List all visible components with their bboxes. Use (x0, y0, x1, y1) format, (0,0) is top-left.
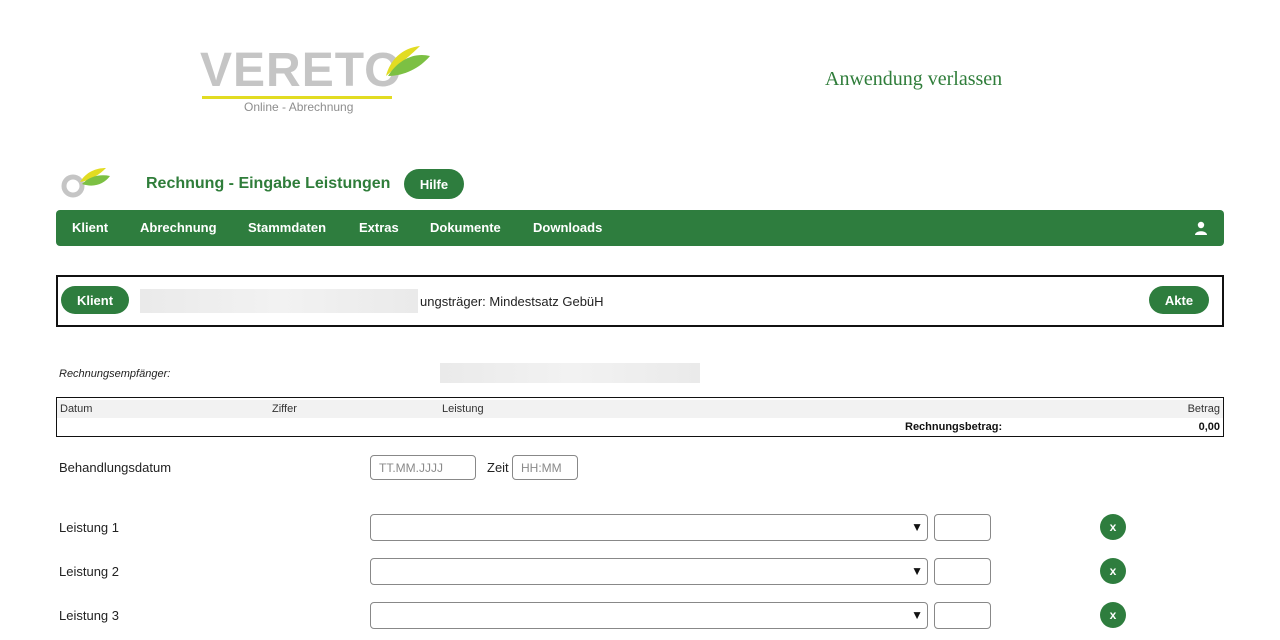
nav-item-stammdaten[interactable]: Stammdaten (248, 220, 326, 235)
chevron-down-icon: ▼ (911, 608, 923, 622)
header-service: Leistung (442, 403, 484, 415)
service-3-remove-button[interactable]: x (1100, 602, 1126, 628)
nav-item-downloads[interactable]: Downloads (533, 220, 602, 235)
header-amount: Betrag (1187, 403, 1220, 415)
invoice-total-value: 0,00 (1198, 421, 1220, 433)
treatment-time-input[interactable] (512, 455, 578, 480)
service-3-quantity[interactable] (934, 602, 991, 629)
mini-logo-icon (61, 168, 110, 198)
header-code: Ziffer (272, 403, 297, 415)
chevron-down-icon: ▼ (911, 520, 923, 534)
nav-item-dokumente[interactable]: Dokumente (430, 220, 501, 235)
table-header-row: Datum Ziffer Leistung Betrag (57, 400, 1223, 418)
help-button[interactable]: Hilfe (404, 169, 464, 199)
file-button[interactable]: Akte (1149, 286, 1209, 314)
invoice-table: Datum Ziffer Leistung Betrag Rechnungsbe… (56, 397, 1224, 437)
chevron-down-icon: ▼ (911, 564, 923, 578)
client-info-text: ungsträger: Mindestsatz GebüH (420, 294, 604, 309)
nav-item-klient[interactable]: Klient (72, 220, 108, 235)
invoice-total-label: Rechnungsbetrag: (905, 421, 1003, 433)
service-2-label: Leistung 2 (59, 564, 119, 579)
service-2-quantity[interactable] (934, 558, 991, 585)
exit-application-link[interactable]: Anwendung verlassen (825, 68, 1002, 91)
redacted-client-name (140, 289, 418, 313)
service-1-select[interactable]: ▼ (370, 514, 928, 541)
page-title: Rechnung - Eingabe Leistungen (146, 175, 391, 192)
redacted-recipient (440, 363, 700, 383)
service-3-select[interactable]: ▼ (370, 602, 928, 629)
user-icon[interactable] (1194, 221, 1208, 235)
service-2-remove-button[interactable]: x (1100, 558, 1126, 584)
nav-item-extras[interactable]: Extras (359, 220, 399, 235)
service-1-quantity[interactable] (934, 514, 991, 541)
treatment-date-input[interactable] (370, 455, 476, 480)
service-1-remove-button[interactable]: x (1100, 514, 1126, 540)
leaf-icon (386, 46, 430, 76)
header-date: Datum (60, 403, 93, 415)
service-1-label: Leistung 1 (59, 520, 119, 535)
nav-item-abrechnung[interactable]: Abrechnung (140, 220, 217, 235)
time-label: Zeit (487, 460, 509, 475)
logo-text: VERETO (200, 44, 403, 97)
recipient-label: Rechnungsempfänger: (59, 368, 171, 380)
client-button[interactable]: Klient (61, 286, 129, 314)
client-bar: Klient ungsträger: Mindestsatz GebüH Akt… (56, 275, 1224, 327)
service-2-select[interactable]: ▼ (370, 558, 928, 585)
vereto-logo: VERETO Online - Abrechnung (198, 38, 438, 118)
service-3-label: Leistung 3 (59, 608, 119, 623)
logo-subtitle: Online - Abrechnung (244, 100, 354, 114)
logo-underline (202, 96, 392, 99)
main-nav: Klient Abrechnung Stammdaten Extras Doku… (56, 210, 1224, 246)
treatment-date-label: Behandlungsdatum (59, 460, 172, 475)
